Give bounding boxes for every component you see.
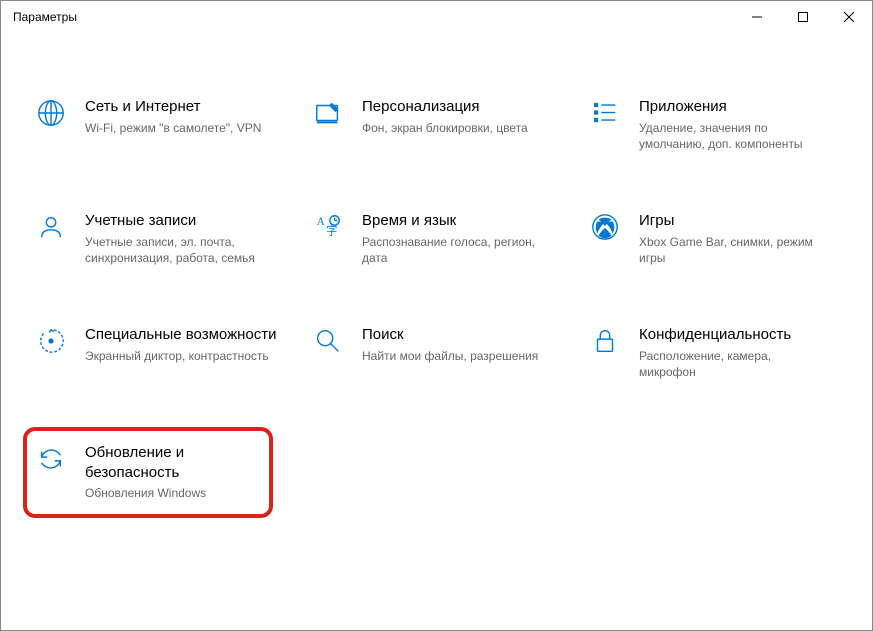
tile-title: Игры [639, 211, 831, 231]
tile-ease-of-access[interactable]: Специальные возможности Экранный диктор,… [31, 321, 281, 385]
tile-desc: Xbox Game Bar, снимки, режим игры [639, 234, 831, 268]
tile-desc: Экранный диктор, контрастность [85, 348, 277, 365]
tile-desc: Удаление, значения по умолчанию, доп. ко… [639, 120, 831, 154]
maximize-button[interactable] [780, 1, 826, 33]
tile-search[interactable]: Поиск Найти мои файлы, разрешения [308, 321, 558, 385]
tile-apps[interactable]: Приложения Удаление, значения по умолчан… [585, 93, 835, 157]
xbox-icon [589, 211, 621, 243]
sync-icon [35, 443, 67, 475]
tile-title: Учетные записи [85, 211, 277, 231]
tile-title: Приложения [639, 97, 831, 117]
tile-update-security[interactable]: Обновление и безопасность Обновления Win… [23, 427, 273, 518]
lock-icon [589, 325, 621, 357]
tile-desc: Обновления Windows [85, 485, 253, 502]
tile-title: Сеть и Интернет [85, 97, 277, 117]
person-icon [35, 211, 67, 243]
tile-title: Персонализация [362, 97, 554, 117]
tile-desc: Расположение, камера, микрофон [639, 348, 831, 382]
minimize-button[interactable] [734, 1, 780, 33]
window-controls [734, 1, 872, 33]
tile-personalization[interactable]: Персонализация Фон, экран блокировки, цв… [308, 93, 558, 157]
time-language-icon: A字 [312, 211, 344, 243]
globe-icon [35, 97, 67, 129]
tile-title: Конфиденциальность [639, 325, 831, 345]
tile-gaming[interactable]: Игры Xbox Game Bar, снимки, режим игры [585, 207, 835, 271]
paintbrush-icon [312, 97, 344, 129]
tile-title: Обновление и безопасность [85, 443, 253, 482]
close-button[interactable] [826, 1, 872, 33]
apps-list-icon [589, 97, 621, 129]
settings-grid: Сеть и Интернет Wi-Fi, режим "в самолете… [31, 93, 842, 518]
svg-text:A: A [317, 216, 326, 228]
tile-desc: Распознавание голоса, регион, дата [362, 234, 554, 268]
window-title: Параметры [13, 10, 77, 24]
tile-desc: Wi-Fi, режим "в самолете", VPN [85, 120, 277, 137]
ease-of-access-icon [35, 325, 67, 357]
tile-time-language[interactable]: A字 Время и язык Распознавание голоса, ре… [308, 207, 558, 271]
settings-grid-container: Сеть и Интернет Wi-Fi, режим "в самолете… [1, 33, 872, 548]
tile-network[interactable]: Сеть и Интернет Wi-Fi, режим "в самолете… [31, 93, 281, 157]
tile-title: Поиск [362, 325, 554, 345]
tile-privacy[interactable]: Конфиденциальность Расположение, камера,… [585, 321, 835, 385]
tile-desc: Фон, экран блокировки, цвета [362, 120, 554, 137]
tile-accounts[interactable]: Учетные записи Учетные записи, эл. почта… [31, 207, 281, 271]
tile-title: Время и язык [362, 211, 554, 231]
tile-title: Специальные возможности [85, 325, 277, 345]
tile-desc: Учетные записи, эл. почта, синхронизация… [85, 234, 277, 268]
tile-desc: Найти мои файлы, разрешения [362, 348, 554, 365]
search-icon [312, 325, 344, 357]
